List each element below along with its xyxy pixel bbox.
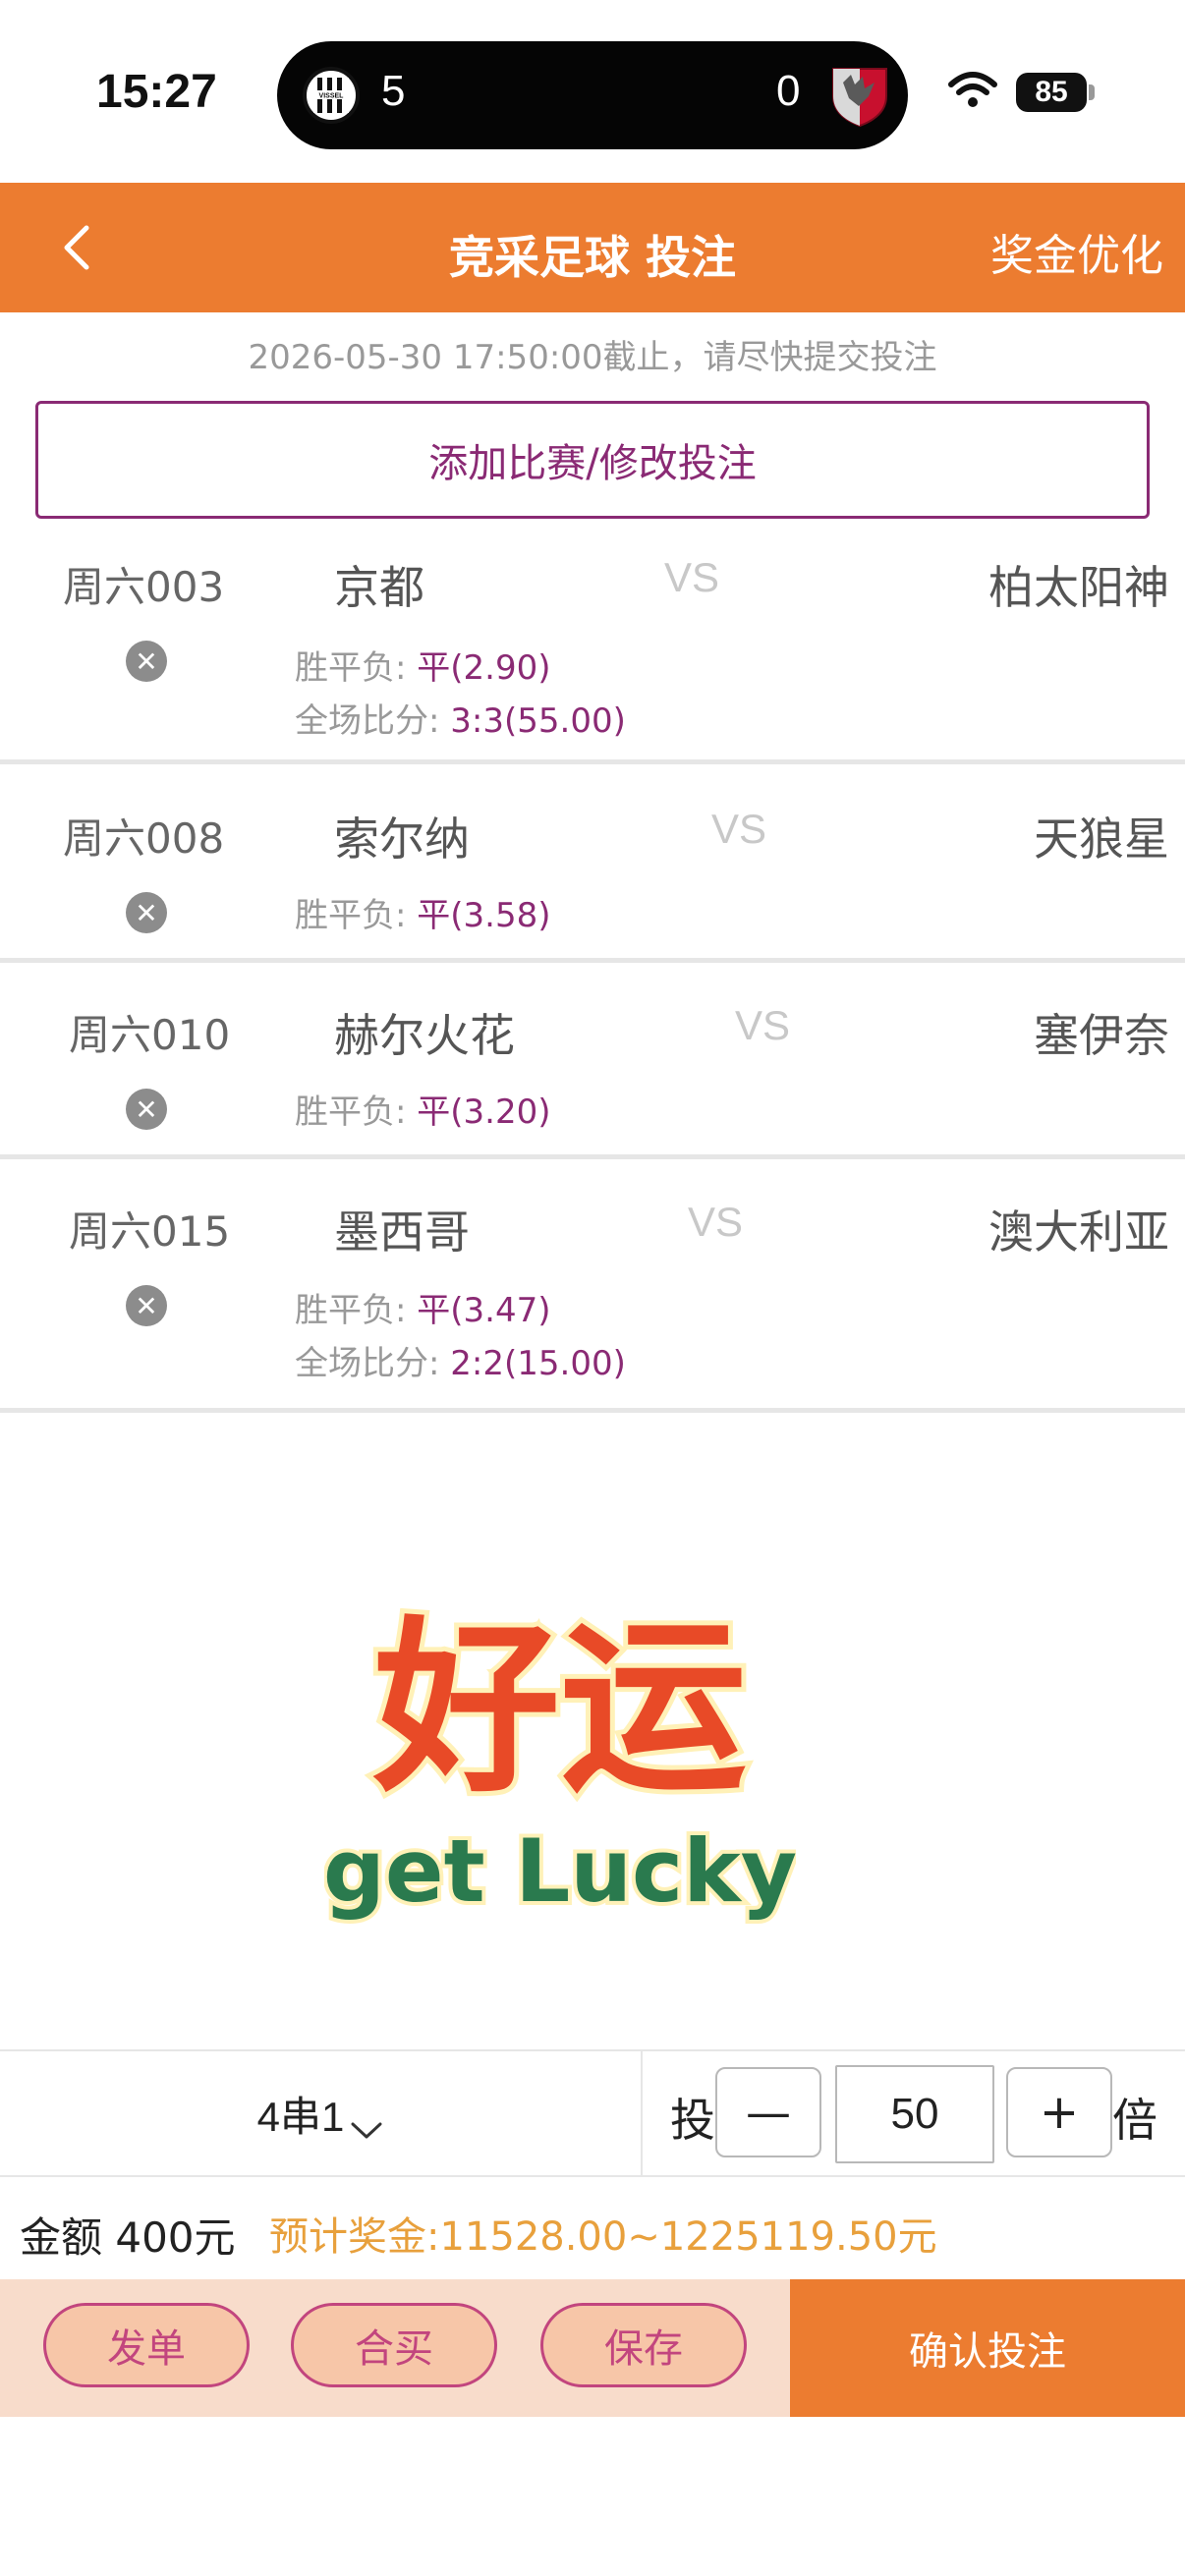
bet-line: 胜平负: 平(2.90)	[295, 641, 551, 689]
away-team: 塞伊奈	[1034, 1009, 1169, 1062]
bet-line-label: 胜平负:	[295, 1291, 418, 1330]
bet-pick: 3:3(55.00)	[450, 701, 626, 741]
bet-line-label: 胜平负:	[295, 648, 418, 688]
status-time: 15:27	[96, 66, 217, 118]
action-bar: 发单 合买 保存 确认投注	[0, 2279, 1185, 2417]
svg-text:get Lucky: get Lucky	[324, 1820, 796, 1922]
total-amount: 金额 400元	[20, 2213, 236, 2262]
svg-text:好运: 好运	[372, 1600, 747, 1818]
home-team: 索尔纳	[334, 812, 470, 866]
battery-tip	[1089, 84, 1095, 100]
bet-line-label: 全场比分:	[295, 1344, 451, 1383]
vs-label: VS	[688, 1199, 744, 1245]
remove-match-icon[interactable]: ✕	[126, 1089, 167, 1130]
bet-pick: 平(3.58)	[417, 896, 551, 935]
bet-line: 胜平负: 平(3.58)	[295, 888, 551, 936]
summary-row: 金额 400元 预计奖金:11528.00~1225119.50元	[0, 2177, 1185, 2279]
home-score: 5	[381, 67, 406, 115]
bet-line: 胜平负: 平(3.20)	[295, 1085, 551, 1133]
home-team-crest-icon: VISSEL	[303, 67, 360, 124]
add-match-button[interactable]: 添加比赛/修改投注	[35, 401, 1150, 519]
bet-pick: 平(3.47)	[417, 1291, 551, 1330]
away-team: 天狼星	[1034, 812, 1169, 866]
bet-line-label: 全场比分:	[295, 701, 451, 741]
svg-text:VISSEL: VISSEL	[319, 93, 345, 100]
away-team-crest-icon	[829, 63, 890, 128]
vs-label: VS	[711, 806, 767, 852]
increase-multiplier-button[interactable]: +	[1006, 2067, 1112, 2157]
decrease-multiplier-button[interactable]: —	[715, 2067, 821, 2157]
vs-label: VS	[664, 554, 720, 600]
away-team: 柏太阳神	[988, 561, 1169, 614]
match-code: 周六008	[63, 814, 225, 863]
remove-match-icon[interactable]: ✕	[126, 1285, 167, 1326]
match-code: 周六015	[69, 1207, 231, 1256]
match-code: 周六003	[63, 563, 225, 611]
away-team: 澳大利亚	[988, 1205, 1169, 1259]
bet-line: 全场比分: 3:3(55.00)	[295, 694, 626, 742]
match-row: 周六015 墨西哥 VS 澳大利亚 ✕ 胜平负: 平(3.47) 全场比分: 2…	[0, 1163, 1185, 1413]
match-row: 周六008 索尔纳 VS 天狼星 ✕ 胜平负: 平(3.58)	[0, 768, 1185, 963]
bet-label: 投	[670, 2094, 715, 2147]
good-luck-image: 好运 get Lucky	[319, 1592, 801, 1926]
bet-controls-row: 4串1 投 — 50 + 倍	[0, 2049, 1185, 2177]
save-button[interactable]: 保存	[540, 2303, 747, 2387]
live-score-pill[interactable]: VISSEL 5 0	[277, 41, 908, 149]
combo-selector[interactable]: 4串1	[0, 2051, 643, 2175]
joint-buy-button[interactable]: 合买	[291, 2303, 497, 2387]
multiplier-input[interactable]: 50	[835, 2065, 994, 2163]
bet-pick: 平(3.20)	[417, 1092, 551, 1132]
away-score: 0	[776, 67, 801, 115]
match-row: 周六003 京都 VS 柏太阳神 ✕ 胜平负: 平(2.90) 全场比分: 3:…	[0, 529, 1185, 764]
wifi-icon	[947, 71, 998, 110]
prize-optimize-button[interactable]: 奖金优化	[990, 220, 1163, 283]
combo-value: 4串1	[256, 2093, 345, 2140]
chevron-down-icon	[350, 2103, 383, 2139]
bet-pick: 2:2(15.00)	[450, 1344, 626, 1383]
vs-label: VS	[735, 1002, 791, 1048]
bet-line: 全场比分: 2:2(15.00)	[295, 1336, 626, 1384]
publish-button[interactable]: 发单	[43, 2303, 250, 2387]
confirm-bet-button[interactable]: 确认投注	[790, 2279, 1185, 2417]
home-team: 赫尔火花	[334, 1009, 515, 1062]
remove-match-icon[interactable]: ✕	[126, 892, 167, 933]
match-row: 周六010 赫尔火花 VS 塞伊奈 ✕ 胜平负: 平(3.20)	[0, 967, 1185, 1159]
bet-line-label: 胜平负:	[295, 896, 418, 935]
match-code: 周六010	[69, 1011, 231, 1059]
battery-indicator: 85	[1016, 73, 1087, 112]
home-team: 墨西哥	[334, 1205, 470, 1259]
bet-line: 胜平负: 平(3.47)	[295, 1283, 551, 1331]
multiplier-unit-label: 倍	[1112, 2094, 1157, 2147]
home-team: 京都	[334, 561, 424, 614]
nav-bar: 竞采足球 投注 奖金优化	[0, 183, 1185, 312]
bet-line-label: 胜平负:	[295, 1092, 418, 1132]
status-bar: 15:27 VISSEL 5 0 85	[0, 0, 1185, 183]
remove-match-icon[interactable]: ✕	[126, 641, 167, 682]
bet-pick: 平(2.90)	[417, 648, 551, 688]
deadline-notice: 2026-05-30 17:50:00截止，请尽快提交投注	[248, 338, 937, 377]
estimated-prize: 预计奖金:11528.00~1225119.50元	[269, 2214, 937, 2260]
